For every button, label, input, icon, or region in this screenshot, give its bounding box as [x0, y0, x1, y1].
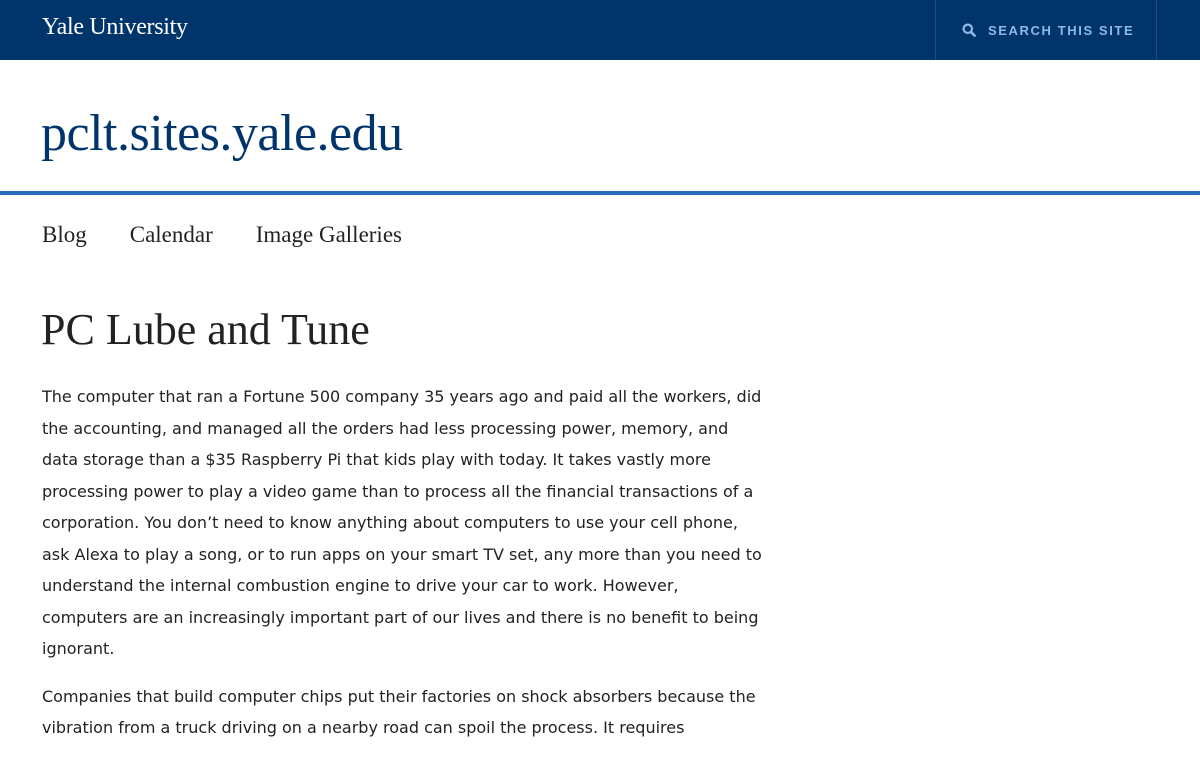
article-body: The computer that ran a Fortune 500 comp… [42, 381, 762, 760]
title-divider [0, 191, 1200, 195]
top-header-bar: Yale University SEARCH THIS SITE [0, 0, 1200, 60]
main-nav: Blog Calendar Image Galleries [42, 222, 445, 248]
search-this-site-button[interactable]: SEARCH THIS SITE [935, 0, 1157, 60]
nav-item-blog[interactable]: Blog [42, 222, 87, 248]
article-paragraph: Companies that build computer chips put … [42, 686, 756, 738]
search-label: SEARCH THIS SITE [988, 22, 1135, 38]
article-paragraph: The computer that ran a Fortune 500 comp… [42, 387, 762, 658]
page-title: PC Lube and Tune [41, 305, 370, 354]
site-title-link[interactable]: pclt.sites.yale.edu [41, 108, 403, 160]
search-icon [962, 23, 976, 37]
nav-item-image-galleries[interactable]: Image Galleries [256, 222, 402, 248]
yale-university-logo[interactable]: Yale University [42, 14, 188, 41]
nav-item-calendar[interactable]: Calendar [130, 222, 213, 248]
